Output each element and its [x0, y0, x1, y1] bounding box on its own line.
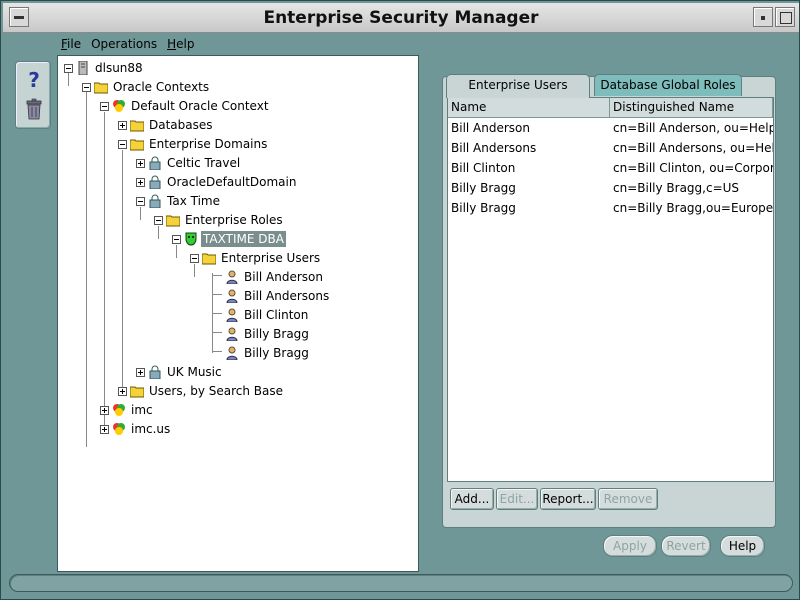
cell-name: Bill Andersons — [451, 141, 537, 155]
cell-dn: cn=Billy Bragg,c=US — [613, 181, 740, 195]
context-globe-icon — [113, 423, 125, 435]
cell-name: Bill Anderson — [451, 121, 530, 135]
tree-node-taxtime-dba[interactable]: TAXTIME DBA — [172, 230, 286, 248]
domain-lock-icon — [149, 365, 161, 379]
context-globe-icon — [113, 404, 125, 416]
navigator-tree[interactable]: dlsun88 Oracle Contexts Default Oracle C… — [57, 55, 419, 572]
tree-node-databases[interactable]: Databases — [118, 116, 215, 134]
menu-file[interactable]: File — [61, 37, 81, 53]
domain-lock-icon — [149, 175, 161, 189]
collapse-icon[interactable] — [154, 215, 163, 225]
app-window: Enterprise Security Manager File Operati… — [0, 0, 800, 600]
expand-icon[interactable] — [136, 367, 145, 377]
tree-node-user[interactable]: Billy Bragg — [222, 344, 311, 362]
title-bar[interactable]: Enterprise Security Manager — [3, 3, 799, 33]
table-header: Name Distinguished Name — [448, 98, 773, 118]
expand-icon[interactable] — [136, 177, 145, 187]
collapse-icon[interactable] — [190, 253, 199, 263]
edit-button[interactable]: Edit... — [496, 488, 538, 510]
tree-node-celtic-travel[interactable]: Celtic Travel — [136, 154, 242, 172]
table-row[interactable]: Billy Bragg cn=Billy Bragg,ou=Europe,c — [448, 198, 773, 218]
tree-node-user[interactable]: Bill Andersons — [222, 287, 331, 305]
tree-node-tax-time[interactable]: Tax Time — [136, 192, 222, 210]
minimize-button[interactable] — [753, 7, 773, 27]
server-icon — [78, 61, 88, 75]
tab-database-global-roles[interactable]: Database Global Roles — [594, 74, 742, 96]
tree-node-default-context[interactable]: Default Oracle Context — [100, 97, 271, 115]
folder-icon — [130, 120, 144, 132]
expand-icon[interactable] — [136, 158, 145, 168]
maximize-button[interactable] — [775, 7, 795, 27]
user-icon — [226, 289, 238, 303]
help-button[interactable]: Help — [720, 535, 765, 557]
menu-operations[interactable]: Operations — [91, 37, 157, 53]
user-icon — [226, 270, 238, 284]
tree-node-imc[interactable]: imc — [100, 401, 155, 419]
report-button[interactable]: Report... — [540, 488, 596, 510]
role-mask-icon — [185, 232, 197, 246]
table-row[interactable]: Bill Anderson cn=Bill Anderson, ou=Help — [448, 118, 773, 138]
expand-icon[interactable] — [118, 120, 127, 130]
tree-node-enterprise-domains[interactable]: Enterprise Domains — [118, 135, 269, 153]
collapse-icon[interactable] — [136, 196, 145, 206]
domain-lock-icon — [149, 194, 161, 208]
cell-dn: cn=Bill Andersons, ou=Hel — [613, 141, 773, 155]
table-row[interactable]: Billy Bragg cn=Billy Bragg,c=US — [448, 178, 773, 198]
apply-button[interactable]: Apply — [603, 535, 657, 557]
remove-button[interactable]: Remove — [598, 488, 658, 510]
expand-icon[interactable] — [100, 405, 109, 415]
column-header-dn[interactable]: Distinguished Name — [610, 98, 773, 117]
question-mark-icon[interactable]: ? — [26, 68, 42, 92]
collapse-icon[interactable] — [100, 101, 109, 111]
cell-dn: cn=Bill Clinton, ou=Corpor — [613, 161, 773, 175]
tree-node-imc-us[interactable]: imc.us — [100, 420, 172, 438]
cell-dn: cn=Bill Anderson, ou=Help — [613, 121, 773, 135]
tree-node-user[interactable]: Billy Bragg — [222, 325, 311, 343]
tree-node-users-by-search-base[interactable]: Users, by Search Base — [118, 382, 285, 400]
users-table: Name Distinguished Name Bill Anderson cn… — [447, 97, 774, 482]
status-bar — [9, 574, 793, 592]
collapse-icon[interactable] — [82, 82, 91, 92]
folder-icon — [202, 253, 216, 265]
expand-icon[interactable] — [118, 386, 127, 396]
folder-icon — [94, 82, 108, 94]
user-icon — [226, 327, 238, 341]
table-row[interactable]: Bill Clinton cn=Bill Clinton, ou=Corpor — [448, 158, 773, 178]
table-row[interactable]: Bill Andersons cn=Bill Andersons, ou=Hel — [448, 138, 773, 158]
tree-node-user[interactable]: Bill Anderson — [222, 268, 325, 286]
add-button[interactable]: Add... — [450, 488, 494, 510]
domain-lock-icon — [149, 156, 161, 170]
tree-node-uk-music[interactable]: UK Music — [136, 363, 224, 381]
menu-bar: File Operations Help — [61, 37, 194, 53]
collapse-icon[interactable] — [64, 63, 73, 73]
menu-help[interactable]: Help — [167, 37, 194, 53]
window-title: Enterprise Security Manager — [263, 8, 539, 28]
tree-node-enterprise-users[interactable]: Enterprise Users — [190, 249, 322, 267]
folder-icon — [166, 215, 180, 227]
context-globe-icon — [113, 100, 125, 112]
folder-icon — [130, 139, 144, 151]
tree-node-oracle-contexts[interactable]: Oracle Contexts — [82, 78, 211, 96]
expand-icon[interactable] — [100, 424, 109, 434]
user-icon — [226, 308, 238, 322]
collapse-icon[interactable] — [118, 139, 127, 149]
column-header-name[interactable]: Name — [448, 98, 610, 117]
tree-node-user[interactable]: Bill Clinton — [222, 306, 310, 324]
collapse-icon[interactable] — [172, 234, 181, 244]
user-icon — [226, 346, 238, 360]
trash-can-icon[interactable] — [25, 98, 43, 120]
tree-node-enterprise-roles[interactable]: Enterprise Roles — [154, 211, 285, 229]
folder-icon — [130, 386, 144, 398]
cell-name: Billy Bragg — [451, 181, 516, 195]
toolbox: ? — [15, 61, 51, 129]
tree-node-server[interactable]: dlsun88 — [64, 59, 145, 77]
revert-button[interactable]: Revert — [661, 535, 711, 557]
cell-name: Billy Bragg — [451, 201, 516, 215]
cell-dn: cn=Billy Bragg,ou=Europe,c — [613, 201, 773, 215]
tree-node-oracle-default-domain[interactable]: OracleDefaultDomain — [136, 173, 298, 191]
tab-enterprise-users[interactable]: Enterprise Users — [446, 74, 590, 98]
cell-name: Bill Clinton — [451, 161, 516, 175]
